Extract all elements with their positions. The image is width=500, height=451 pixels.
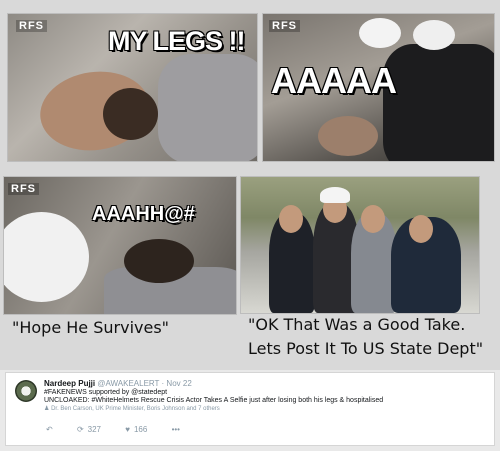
tweet-date[interactable]: Nov 22 [166,379,191,388]
retweet-button[interactable]: ⟳ 327 [77,425,101,434]
panel-aaaaa: RFS AAAAA [262,13,495,162]
like-button[interactable]: ♥ 166 [125,425,147,434]
panel-selfie [240,176,480,314]
more-button[interactable]: ••• [172,425,180,434]
caption-good-take-line1: "OK That Was a Good Take. [248,315,466,334]
rfs-watermark: RFS [16,20,47,32]
like-count: 166 [133,425,148,434]
face-shape [318,116,378,156]
author-handle[interactable]: @AWAKEALERT [97,379,159,388]
caption-good-take: "OK That Was a Good Take. Lets Post It T… [248,313,483,361]
panel3-caption: AAAHH@# [92,203,195,225]
panel-my-legs: RFS MY LEGS !! [7,13,258,162]
liked-by-names: Dr. Ben Carson, UK Prime Minister, Boris… [51,406,220,412]
beard-shape [103,88,158,140]
face-shape [279,205,303,233]
caption-hope-he-survives: "Hope He Survives" [12,318,170,337]
panel-aaahh: RFS AAAHH@# [3,176,237,315]
tweet-header: Nardeep Pujji @AWAKEALERT · Nov 22 [44,379,192,388]
heart-icon: ♥ [125,425,130,434]
caption-good-take-line2: Lets Post It To US State Dept" [248,339,484,358]
reply-button[interactable]: ↶ [46,425,53,434]
panel1-caption: MY LEGS !! [108,26,246,56]
reply-icon: ↶ [46,425,53,434]
white-helmet-shape [320,187,350,203]
liked-by[interactable]: ♟ Dr. Ben Carson, UK Prime Minister, Bor… [44,405,220,412]
white-helmet-shape [359,18,401,48]
shirt-shape [158,54,257,161]
tweet-actions: ↶ ⟳ 327 ♥ 166 ••• [46,425,202,434]
panel2-caption: AAAAA [271,60,397,101]
more-icon: ••• [171,425,180,434]
tweet-text-line1: #FAKENEWS supported by @statedept [44,389,168,396]
beard-shape [124,239,194,283]
jacket-shape [383,44,494,161]
avatar[interactable] [15,380,37,402]
rfs-watermark: RFS [8,183,39,195]
author-name[interactable]: Nardeep Pujji [44,379,95,388]
tweet-text-line2: UNCLOAKED: #WhiteHelmets Rescue Crisis A… [44,397,384,404]
face-shape [409,215,433,243]
tweet-card: Nardeep Pujji @AWAKEALERT · Nov 22 #FAKE… [5,372,495,446]
tweet-separator: · [161,379,165,388]
person-icon: ♟ [44,406,50,412]
face-shape [361,205,385,233]
retweet-icon: ⟳ [76,425,84,434]
white-helmet-shape [4,212,89,302]
white-helmet-shape [413,20,455,50]
retweet-count: 327 [87,425,101,434]
meme-collage: RFS MY LEGS !! RFS AAAAA RFS AAAHH@# "Ho… [0,0,500,370]
rfs-watermark: RFS [269,20,300,32]
